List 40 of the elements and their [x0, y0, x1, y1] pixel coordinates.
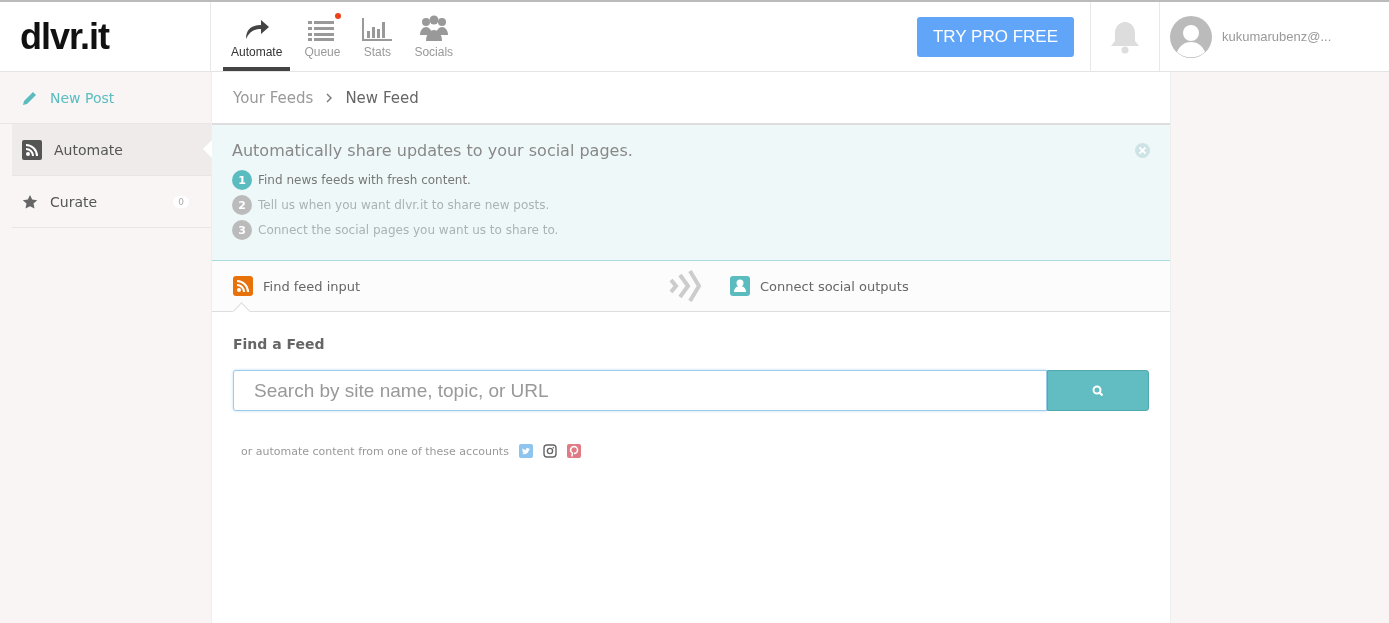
nav-tab[interactable]: Queue [296, 13, 349, 71]
rss-icon [233, 276, 253, 296]
search-button[interactable] [1047, 370, 1149, 411]
rss-icon [22, 139, 42, 160]
step-text: Connect the social pages you want us to share to. [258, 223, 559, 237]
people-icon [418, 15, 449, 41]
instagram-icon[interactable] [542, 444, 557, 458]
star-icon [22, 193, 38, 210]
double-chevron-icon [668, 267, 702, 305]
pencil-icon [22, 89, 38, 106]
step-text: Tell us when you want dlvr.it to share new posts. [258, 198, 550, 212]
nav-tab[interactable]: Socials [406, 13, 462, 71]
list-icon [308, 19, 337, 41]
step-number: 2 [232, 195, 252, 215]
logo[interactable]: dlvr.it [20, 15, 110, 58]
curate-count: 0 [173, 195, 189, 208]
breadcrumb-current: New Feed [345, 88, 419, 107]
intro-title: Automatically share updates to your social pages. [232, 141, 633, 160]
pinterest-icon[interactable] [566, 444, 581, 458]
try-pro-button[interactable]: TRY PRO FREE [917, 16, 1074, 57]
flow-step[interactable]: Connect social outputs [730, 261, 909, 311]
nav-tab[interactable]: Stats [354, 13, 401, 71]
bell-icon[interactable] [1109, 19, 1141, 54]
person-icon [730, 276, 750, 296]
chevron-icon [325, 92, 334, 103]
twitter-icon[interactable] [518, 444, 533, 458]
accounts-text: or automate content from one of these accounts [241, 444, 509, 458]
step-text: Find news feeds with fresh content. [258, 173, 471, 187]
search-field[interactable]: Search by site name, topic, or URL [233, 370, 1047, 411]
find-feed-heading: Find a Feed [233, 336, 326, 352]
bar-chart-icon [362, 17, 393, 41]
sidebar-item[interactable]: Automate [12, 124, 211, 176]
breadcrumb-link[interactable]: Your Feeds [233, 88, 314, 107]
user-email[interactable]: kukumarubenz@... [1222, 29, 1332, 44]
close-icon[interactable] [1135, 143, 1150, 158]
step-number: 1 [232, 170, 252, 190]
avatar-icon[interactable] [1170, 15, 1212, 58]
step-number: 3 [232, 220, 252, 240]
sidebar-item[interactable]: Curate 0 [12, 176, 211, 228]
search-icon [1092, 384, 1104, 397]
